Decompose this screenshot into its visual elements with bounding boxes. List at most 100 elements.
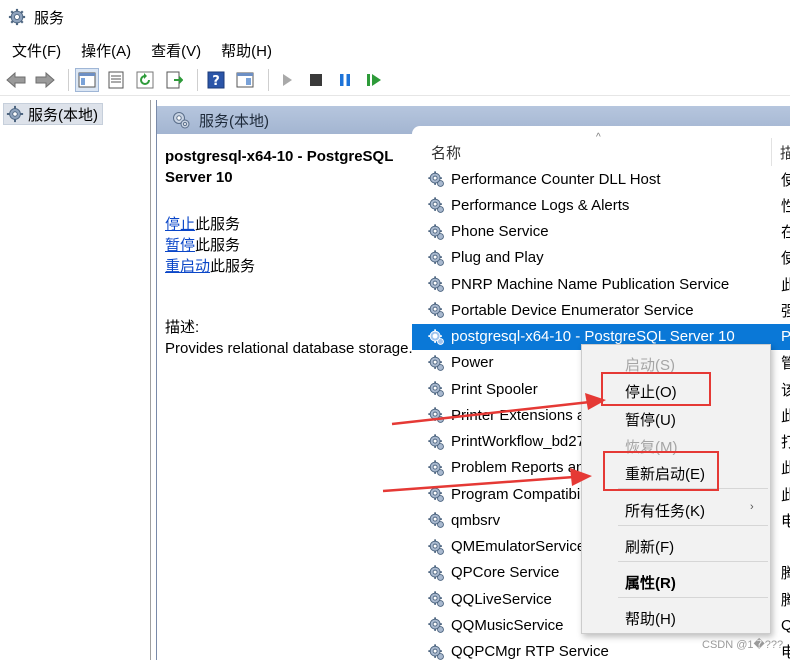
column-header-name[interactable]: 名称 bbox=[431, 142, 461, 163]
refresh-icon[interactable] bbox=[133, 68, 157, 92]
service-name: PrintWorkflow_bd27 bbox=[451, 433, 585, 450]
service-name: qmbsrv bbox=[451, 511, 501, 529]
menu-refresh[interactable]: 刷新(F) bbox=[625, 536, 674, 557]
toolbar-separator bbox=[268, 68, 269, 91]
service-name: Portable Device Enumerator Service bbox=[451, 301, 694, 319]
service-description: 性 bbox=[781, 197, 790, 215]
tree-item-services-local[interactable]: 服务(本地) bbox=[3, 103, 103, 125]
restart-service-link[interactable]: 重启动 bbox=[165, 258, 210, 275]
menu-help[interactable]: 帮助(H) bbox=[215, 40, 278, 61]
selected-service-title: postgresql-x64-10 - PostgreSQL Server 10 bbox=[165, 148, 394, 186]
submenu-arrow-icon: › bbox=[750, 501, 754, 513]
service-name: QQPCMgr RTP Service bbox=[451, 643, 609, 660]
tree-item-label: 服务(本地) bbox=[28, 106, 98, 124]
service-name: Power bbox=[451, 354, 494, 372]
export-list-icon[interactable] bbox=[162, 68, 186, 92]
menu-action[interactable]: 操作(A) bbox=[75, 40, 137, 61]
menu-help-item[interactable]: 帮助(H) bbox=[625, 608, 676, 629]
toolbar: ? bbox=[0, 64, 790, 96]
service-description: 在 bbox=[781, 224, 790, 241]
annotation-box-restart bbox=[603, 451, 719, 491]
annotation-box-stop bbox=[601, 372, 711, 406]
pause-service-link[interactable]: 暂停 bbox=[165, 237, 195, 254]
stop-service-icon[interactable] bbox=[304, 68, 328, 92]
service-description: P bbox=[781, 328, 790, 345]
back-arrow-icon[interactable] bbox=[4, 68, 28, 92]
service-description: 腾 bbox=[781, 591, 790, 609]
column-divider[interactable] bbox=[771, 138, 772, 166]
sort-indicator: ^ bbox=[596, 132, 601, 143]
service-description: 使 bbox=[781, 171, 790, 189]
service-row[interactable]: Performance Logs & Alerts 性 bbox=[412, 192, 790, 218]
service-name: Performance Counter DLL Host bbox=[451, 170, 661, 188]
column-header-description[interactable]: 描 bbox=[780, 142, 790, 163]
service-name: QPCore Service bbox=[451, 564, 560, 582]
start-service-icon[interactable] bbox=[275, 68, 299, 92]
service-name: PNRP Machine Name Publication Service bbox=[451, 275, 730, 293]
menu-bar: 文件(F) 操作(A) 查看(V) 帮助(H) bbox=[0, 38, 286, 62]
service-name: Performance Logs & Alerts bbox=[451, 196, 630, 214]
service-row[interactable]: Plug and Play 使 bbox=[412, 245, 790, 271]
service-gear-icon bbox=[428, 302, 444, 319]
console-tree: 服务(本地) bbox=[0, 100, 151, 660]
stop-action: 停止此服务 bbox=[165, 214, 415, 235]
toolbar-separator bbox=[68, 68, 69, 91]
service-description: 打 bbox=[781, 434, 790, 451]
service-name: postgresql-x64-10 - PostgreSQL Server 10 bbox=[451, 328, 735, 345]
menu-separator bbox=[618, 561, 768, 562]
service-description: 强 bbox=[781, 302, 790, 320]
column-headers: ^ 名称 描 bbox=[412, 132, 790, 166]
stop-service-link[interactable]: 停止 bbox=[165, 216, 195, 233]
service-description: 腾 bbox=[781, 565, 790, 583]
service-gear-icon bbox=[428, 328, 444, 345]
service-description: 管 bbox=[781, 355, 790, 373]
service-name: Printer Extensions a bbox=[451, 406, 586, 424]
service-gear-icon bbox=[428, 197, 444, 214]
service-name: QMEmulatorService bbox=[451, 538, 586, 555]
gear-icon bbox=[6, 105, 24, 123]
service-row[interactable]: Portable Device Enumerator Service 强 bbox=[412, 297, 790, 323]
service-description: 此 bbox=[781, 276, 790, 294]
service-gear-icon bbox=[428, 591, 444, 607]
help-icon[interactable]: ? bbox=[204, 68, 228, 92]
menu-pause[interactable]: 暂停(U) bbox=[625, 409, 676, 430]
service-name: QQLiveService bbox=[451, 590, 552, 608]
toolbar-separator bbox=[197, 68, 198, 91]
service-gear-icon bbox=[428, 276, 444, 292]
service-gear-icon bbox=[428, 512, 444, 529]
service-description: 该 bbox=[781, 381, 790, 399]
service-gear-icon bbox=[428, 617, 444, 634]
service-row[interactable]: Phone Service 在 bbox=[412, 219, 790, 245]
service-name: Phone Service bbox=[451, 223, 549, 240]
menu-file[interactable]: 文件(F) bbox=[6, 40, 67, 61]
description-label: 描述: bbox=[165, 319, 200, 336]
gear-icon bbox=[173, 112, 190, 129]
menu-view[interactable]: 查看(V) bbox=[145, 40, 207, 61]
forward-arrow-icon[interactable] bbox=[33, 68, 57, 92]
menu-separator bbox=[618, 597, 768, 598]
show-hide-icon[interactable] bbox=[233, 68, 257, 92]
service-gear-icon bbox=[428, 486, 444, 502]
title-bar: 服务 bbox=[0, 0, 790, 34]
pause-service-icon[interactable] bbox=[333, 68, 357, 92]
window-title: 服务 bbox=[34, 9, 65, 27]
service-name: Plug and Play bbox=[451, 249, 544, 267]
svg-text:?: ? bbox=[212, 74, 220, 89]
service-row[interactable]: Performance Counter DLL Host 使 bbox=[412, 166, 790, 192]
service-row[interactable]: PNRP Machine Name Publication Service 此 bbox=[412, 271, 790, 297]
service-description: 此 bbox=[781, 460, 790, 478]
service-name: Print Spooler bbox=[451, 380, 538, 398]
service-description: 此 bbox=[781, 486, 790, 504]
console-tree-icon[interactable] bbox=[75, 67, 99, 92]
pane-header-label: 服务(本地) bbox=[199, 112, 269, 130]
restart-service-icon[interactable] bbox=[362, 68, 386, 92]
properties-icon[interactable] bbox=[104, 68, 128, 92]
service-description: 电 bbox=[781, 512, 790, 530]
gear-icon bbox=[8, 8, 26, 26]
service-gear-icon bbox=[428, 355, 444, 371]
service-gear-icon bbox=[428, 407, 444, 424]
restart-action: 重启动此服务 bbox=[165, 256, 415, 277]
menu-all-tasks[interactable]: 所有任务(K) bbox=[625, 500, 705, 521]
menu-properties[interactable]: 属性(R) bbox=[625, 572, 676, 593]
service-gear-icon bbox=[428, 643, 444, 660]
